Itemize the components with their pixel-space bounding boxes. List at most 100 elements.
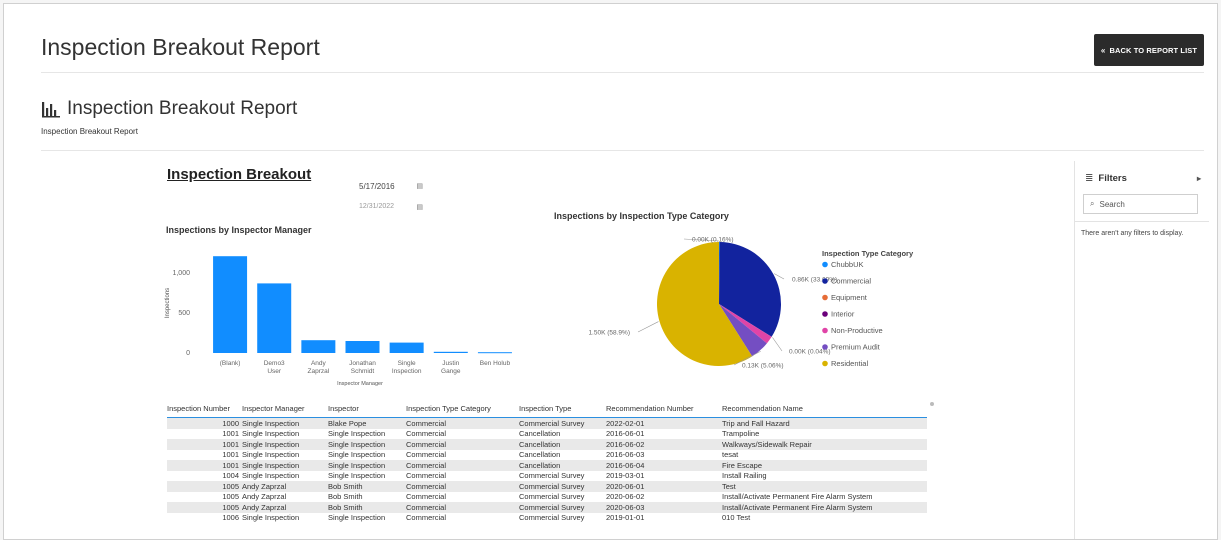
page-title: Inspection Breakout Report <box>41 34 320 60</box>
bar[interactable] <box>257 283 292 353</box>
table-row[interactable]: 1006 Single Inspection Single Inspection Co… <box>167 513 927 524</box>
table-cell: Cancellation <box>519 429 561 439</box>
data-label: 0.13K (5.06%) <box>742 363 784 370</box>
table-row[interactable]: 1001 Single Inspection Single Inspection Co… <box>167 460 927 471</box>
table-cell: Andy Zaprzal <box>242 502 287 512</box>
leader-line <box>637 321 659 333</box>
search-icon: ⌕ <box>1090 199 1095 208</box>
table-cell: Single Inspection <box>328 471 386 481</box>
table-cell: Single Inspection <box>242 429 300 439</box>
table-row[interactable]: 1005 Andy Zaprzal Bob Smith Commercial Comme… <box>167 481 927 492</box>
table-row[interactable]: 1001 Single Inspection Single Inspection Co… <box>167 450 927 461</box>
filters-search-input[interactable]: ⌕ Search <box>1083 194 1198 214</box>
calendar-icon[interactable]: ▤ <box>416 182 423 190</box>
bar[interactable] <box>213 256 248 353</box>
table-row[interactable]: 1004 Single Inspection Single Inspection Co… <box>167 471 927 482</box>
table-row[interactable]: 1001 Single Inspection Single Inspection Co… <box>167 439 927 450</box>
table-cell: Single Inspection <box>328 460 386 470</box>
table-row[interactable]: 1005 Andy Zaprzal Bob Smith Commercial Comme… <box>167 502 927 513</box>
table-cell: 1001 <box>222 460 239 470</box>
table-cell: Fire Escape <box>722 460 763 470</box>
legend-marker[interactable] <box>822 278 828 284</box>
table-row[interactable]: 1000 Single Inspection Blake Pope Commercia… <box>167 418 927 429</box>
legend-item[interactable]: Non-Productive <box>831 326 883 335</box>
bar-chart[interactable]: Inspections 0 500 1,000 (Blank) Demo3User Andy… <box>162 245 522 395</box>
legend-item[interactable]: Interior <box>831 310 855 319</box>
bar[interactable] <box>301 340 336 353</box>
report-caption: Inspection Breakout Report <box>41 127 138 136</box>
table-cell: 010 Test <box>722 513 751 523</box>
bar[interactable] <box>345 341 380 353</box>
date-end-field[interactable]: 12/31/2022 ▤ <box>359 203 423 211</box>
y-tick-label: 500 <box>178 310 190 317</box>
table-cell: Commercial <box>406 471 447 481</box>
table-row[interactable]: 1001 Single Inspection Single Inspection Co… <box>167 429 927 440</box>
divider <box>41 150 1204 151</box>
table-cell: tesat <box>722 450 739 460</box>
table-cell: Install/Activate Permanent Fire Alarm Sy… <box>722 492 873 502</box>
filters-title: Filters <box>1098 173 1127 184</box>
divider <box>41 72 1204 73</box>
filters-header[interactable]: ≣ Filters ▸ <box>1085 173 1201 184</box>
table-cell: Install Railing <box>722 471 767 481</box>
table-cell: 2019-01-01 <box>606 513 645 523</box>
x-axis-label: Inspector Manager <box>337 381 383 387</box>
table-cell: Commercial <box>406 502 447 512</box>
y-tick-label: 1,000 <box>172 270 190 277</box>
legend-item[interactable]: Premium Audit <box>831 343 881 352</box>
pie-chart-title: Inspections by Inspection Type Category <box>554 211 729 221</box>
table-cell: Commercial <box>406 481 447 491</box>
table-cell: 1001 <box>222 439 239 449</box>
column-header[interactable]: Recommendation Name <box>722 404 922 413</box>
legend-marker[interactable] <box>822 261 828 268</box>
legend-item[interactable]: Commercial <box>831 277 871 286</box>
back-to-report-list-button[interactable]: « BACK TO REPORT LIST <box>1094 34 1204 66</box>
back-button-label: BACK TO REPORT LIST <box>1109 45 1198 55</box>
table-row[interactable]: 1005 Andy Zaprzal Bob Smith Commercial Comme… <box>167 492 927 503</box>
column-header[interactable]: Inspection Number <box>167 404 242 413</box>
column-header[interactable]: Inspection Type Category <box>406 404 519 413</box>
legend-item[interactable]: ChubbUK <box>831 260 864 269</box>
table-cell: Single Inspection <box>242 460 300 470</box>
bar[interactable] <box>389 342 424 353</box>
table-options-dot[interactable] <box>930 402 934 406</box>
table-cell: Single Inspection <box>328 450 386 460</box>
table-cell: Commercial Survey <box>519 481 585 491</box>
date-start-field[interactable]: 5/17/2016 ▤ <box>359 179 423 193</box>
legend-marker[interactable] <box>822 327 828 334</box>
pie-chart[interactable]: 0.00K (0.16%)0.86K (33.69%)0.00K (0.04%)… <box>534 229 934 379</box>
column-header[interactable]: Recommendation Number <box>606 404 722 413</box>
legend-marker[interactable] <box>822 294 828 301</box>
table-cell: Bob Smith <box>328 502 363 512</box>
column-header[interactable]: Inspector <box>328 404 406 413</box>
table-cell: Andy Zaprzal <box>242 492 287 502</box>
table-header-row: Inspection Number Inspector Manager Inspec… <box>167 403 927 418</box>
legend-marker[interactable] <box>822 311 828 317</box>
legend-marker[interactable] <box>822 344 828 350</box>
table-cell: Install/Activate Permanent Fire Alarm Sy… <box>722 502 873 512</box>
chevron-right-icon[interactable]: ▸ <box>1197 174 1201 183</box>
table-cell: Single Inspection <box>242 513 300 523</box>
calendar-icon[interactable]: ▤ <box>416 203 423 211</box>
table-cell: Single Inspection <box>242 450 300 460</box>
table-cell: Commercial <box>406 460 447 470</box>
report-heading: Inspection Breakout Report <box>41 98 297 120</box>
bar[interactable] <box>433 351 468 353</box>
filters-pane: ≣ Filters ▸ ⌕ Search There aren't any fi… <box>1074 161 1209 539</box>
table-cell: Blake Pope <box>328 418 367 428</box>
column-header[interactable]: Inspector Manager <box>242 404 328 413</box>
table-cell: Commercial Survey <box>519 471 585 481</box>
bar[interactable] <box>477 352 512 354</box>
leader-line <box>772 337 783 352</box>
legend-item[interactable]: Residential <box>831 359 868 368</box>
legend-item[interactable]: Equipment <box>831 293 868 302</box>
table-cell: 2019-03-01 <box>606 471 645 481</box>
column-header[interactable]: Inspection Type <box>519 404 606 413</box>
table-cell: Commercial Survey <box>519 513 585 523</box>
legend-marker[interactable] <box>822 360 828 367</box>
date-start-value: 5/17/2016 <box>359 181 395 191</box>
data-table: Inspection Number Inspector Manager Inspec… <box>167 403 927 523</box>
legend-title: Inspection Type Category <box>822 249 914 258</box>
table-cell: Cancellation <box>519 439 561 449</box>
table-cell: Commercial <box>406 439 447 449</box>
